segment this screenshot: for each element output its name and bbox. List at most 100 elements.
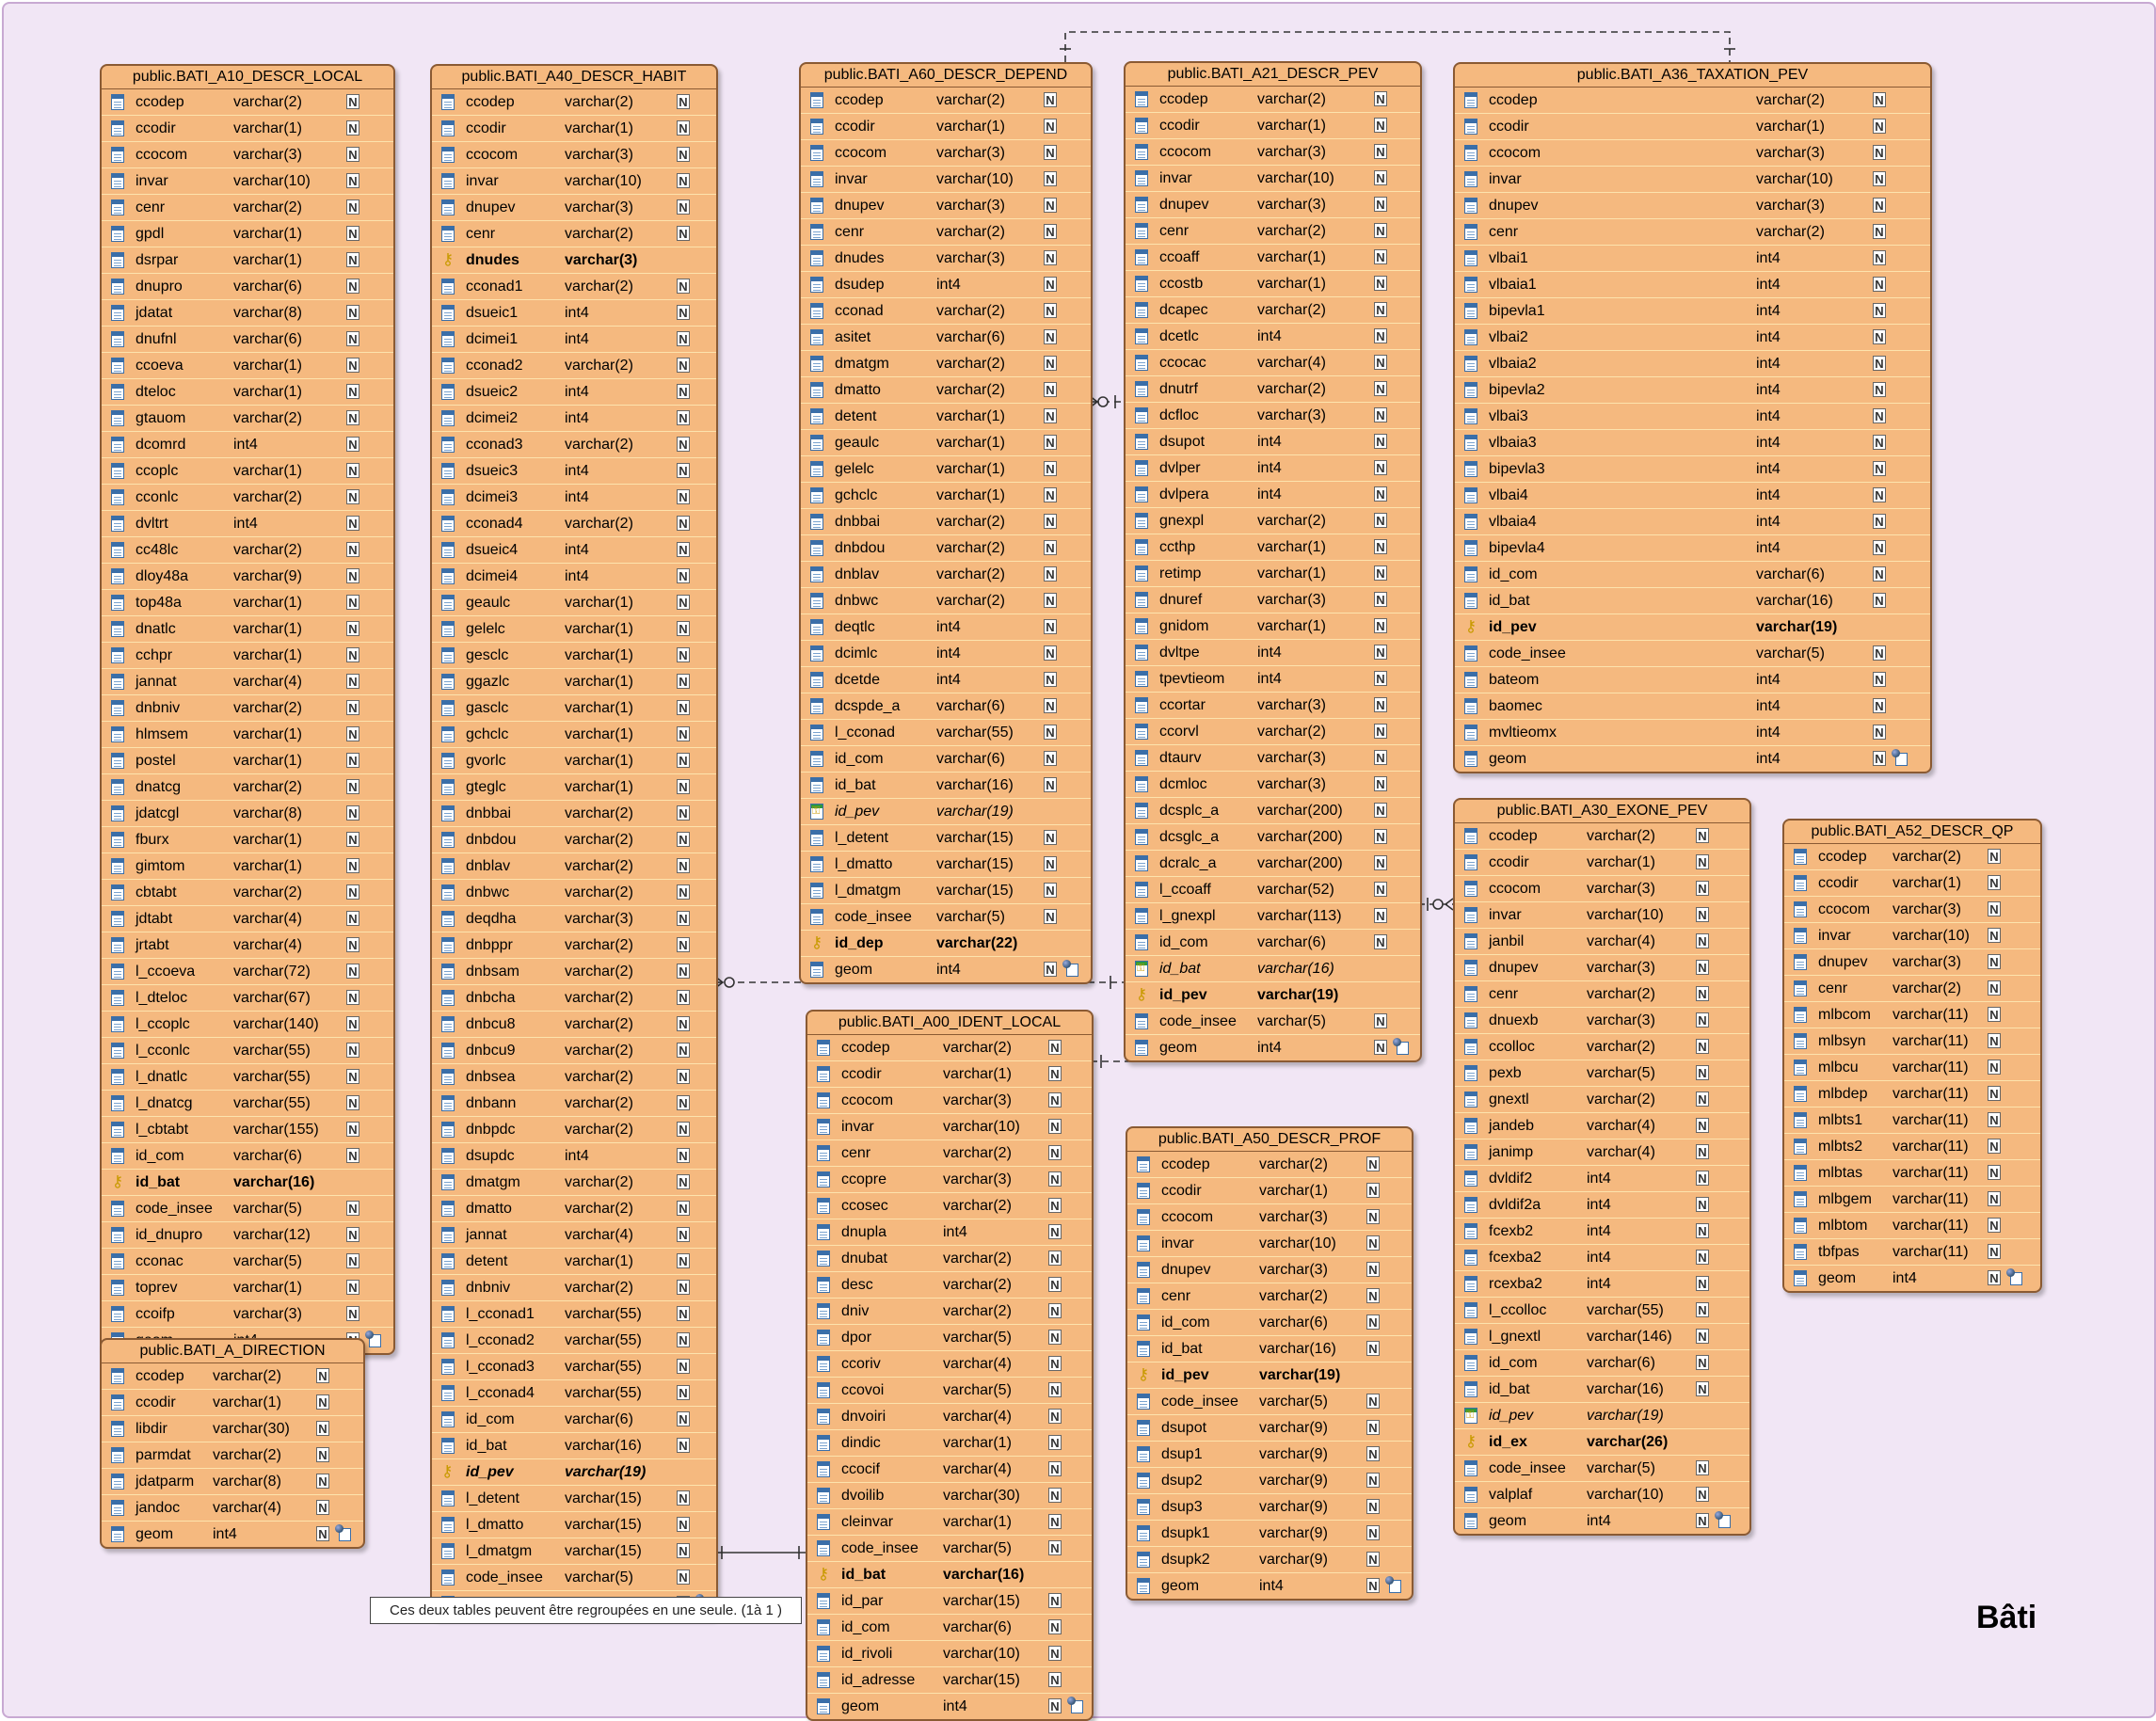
table-a00[interactable]: public.BATI_A00_IDENT_LOCAL ccodep varchar… xyxy=(806,1010,1094,1721)
column-row[interactable]: invar varchar(10) N xyxy=(1784,923,2040,949)
column-row[interactable]: dnupev varchar(3) N xyxy=(801,193,1091,219)
column-row[interactable]: dsueic4 int4 N xyxy=(432,537,716,564)
column-row[interactable]: cconlc varchar(2) N xyxy=(102,485,393,511)
column-row[interactable]: mlbcu varchar(11) N xyxy=(1784,1055,2040,1081)
column-row[interactable]: hlmsem varchar(1) N xyxy=(102,722,393,748)
column-row[interactable]: ccodir varchar(1) N xyxy=(1455,850,1749,876)
column-row[interactable]: ccoifp varchar(3) N xyxy=(102,1301,393,1328)
column-row[interactable]: gnidom varchar(1) N xyxy=(1126,614,1420,640)
column-row[interactable]: ccodep varchar(2) N xyxy=(102,1363,363,1390)
column-row[interactable]: ccocac varchar(4) N xyxy=(1126,350,1420,376)
column-row[interactable]: parmdat varchar(2) N xyxy=(102,1442,363,1469)
column-row[interactable]: ccortar varchar(3) N xyxy=(1126,693,1420,719)
column-row[interactable]: bipevla1 int4 N xyxy=(1455,298,1930,325)
column-row[interactable]: l_cconad2 varchar(55) N xyxy=(432,1328,716,1354)
column-row[interactable]: l_cconad3 varchar(55) N xyxy=(432,1354,716,1380)
column-row[interactable]: dsup2 varchar(9) N xyxy=(1127,1468,1412,1494)
column-row[interactable]: ccocom varchar(3) N xyxy=(1784,897,2040,923)
column-row[interactable]: gelelc varchar(1) N xyxy=(801,456,1091,483)
column-row[interactable]: pexb varchar(5) N xyxy=(1455,1060,1749,1087)
column-row[interactable]: dcmloc varchar(3) N xyxy=(1126,772,1420,798)
column-row[interactable]: dnbppr varchar(2) N xyxy=(432,932,716,959)
column-row[interactable]: dsueic2 int4 N xyxy=(432,379,716,406)
column-row[interactable]: code_insee varchar(5) N xyxy=(432,1565,716,1591)
column-row[interactable]: gnexpl varchar(2) N xyxy=(1126,508,1420,534)
table-title[interactable]: public.BATI_A52_DESCR_QP xyxy=(1784,821,2040,844)
column-row[interactable]: id_bat varchar(16) xyxy=(1126,956,1420,982)
table-title[interactable]: public.BATI_A10_DESCR_LOCAL xyxy=(102,66,393,89)
column-row[interactable]: l_dmatto varchar(15) N xyxy=(432,1512,716,1538)
column-row[interactable]: ccocom varchar(3) N xyxy=(1126,139,1420,166)
column-row[interactable]: dnupev varchar(3) N xyxy=(432,195,716,221)
column-row[interactable]: janbil varchar(4) N xyxy=(1455,929,1749,955)
column-row[interactable]: dvlpera int4 N xyxy=(1126,482,1420,508)
column-row[interactable]: ccodir varchar(1) N xyxy=(102,116,393,142)
column-row[interactable]: dnbniv varchar(2) N xyxy=(432,1275,716,1301)
table-a36[interactable]: public.BATI_A36_TAXATION_PEV ccodep varcha… xyxy=(1453,62,1932,773)
column-row[interactable]: vlbaia2 int4 N xyxy=(1455,351,1930,377)
column-row[interactable]: jrtabt varchar(4) N xyxy=(102,932,393,959)
column-row[interactable]: ccodir varchar(1) N xyxy=(807,1061,1092,1088)
column-row[interactable]: id_com varchar(6) N xyxy=(102,1143,393,1170)
column-row[interactable]: cbtabt varchar(2) N xyxy=(102,880,393,906)
column-row[interactable]: ⚷ id_bat varchar(16) xyxy=(807,1562,1092,1588)
column-row[interactable]: mvltieomx int4 N xyxy=(1455,720,1930,746)
column-row[interactable]: jandoc varchar(4) N xyxy=(102,1495,363,1522)
column-row[interactable]: l_cbtabt varchar(155) N xyxy=(102,1117,393,1143)
column-row[interactable]: invar varchar(10) N xyxy=(102,168,393,195)
column-row[interactable]: dsup3 varchar(9) N xyxy=(1127,1494,1412,1521)
column-row[interactable]: detent varchar(1) N xyxy=(432,1249,716,1275)
column-row[interactable]: id_pev varchar(19) xyxy=(1455,1403,1749,1429)
column-row[interactable]: dniv varchar(2) N xyxy=(807,1299,1092,1325)
column-row[interactable]: ccocom varchar(3) N xyxy=(807,1088,1092,1114)
column-row[interactable]: cleinvar varchar(1) N xyxy=(807,1509,1092,1536)
column-row[interactable]: fcexb2 int4 N xyxy=(1455,1219,1749,1245)
column-row[interactable]: dcimei3 int4 N xyxy=(432,485,716,511)
column-row[interactable]: invar varchar(10) N xyxy=(1455,902,1749,929)
column-row[interactable]: jandeb varchar(4) N xyxy=(1455,1113,1749,1139)
column-row[interactable]: ⚷ id_pev varchar(19) xyxy=(1126,982,1420,1009)
column-row[interactable]: invar varchar(10) N xyxy=(801,167,1091,193)
column-row[interactable]: ccocom varchar(3) N xyxy=(1127,1204,1412,1231)
column-row[interactable]: ccthp varchar(1) N xyxy=(1126,534,1420,561)
column-row[interactable]: vlbaia1 int4 N xyxy=(1455,272,1930,298)
column-row[interactable]: cenr varchar(2) N xyxy=(1126,218,1420,245)
column-row[interactable]: dnbwc varchar(2) N xyxy=(432,880,716,906)
column-row[interactable]: tbfpas varchar(11) N xyxy=(1784,1239,2040,1266)
column-row[interactable]: gchclc varchar(1) N xyxy=(801,483,1091,509)
column-row[interactable]: gvorlc varchar(1) N xyxy=(432,748,716,774)
column-row[interactable]: dnupro varchar(6) N xyxy=(102,274,393,300)
column-row[interactable]: dsupdc int4 N xyxy=(432,1143,716,1170)
column-row[interactable]: ccocom varchar(3) N xyxy=(432,142,716,168)
column-row[interactable]: dsupk2 varchar(9) N xyxy=(1127,1547,1412,1573)
column-row[interactable]: code_insee varchar(5) N xyxy=(1127,1389,1412,1415)
column-row[interactable]: id_adresse varchar(15) N xyxy=(807,1667,1092,1694)
column-row[interactable]: ccodep varchar(2) N xyxy=(801,88,1091,114)
column-row[interactable]: gesclc varchar(1) N xyxy=(432,643,716,669)
column-row[interactable]: vlbai4 int4 N xyxy=(1455,483,1930,509)
column-row[interactable]: fburx varchar(1) N xyxy=(102,827,393,853)
column-row[interactable]: ccocom varchar(3) N xyxy=(801,140,1091,167)
column-row[interactable]: invar varchar(10) N xyxy=(432,168,716,195)
column-row[interactable]: retimp varchar(1) N xyxy=(1126,561,1420,587)
column-row[interactable]: vlbai1 int4 N xyxy=(1455,246,1930,272)
column-row[interactable]: vlbai3 int4 N xyxy=(1455,404,1930,430)
column-row[interactable]: ccoaff varchar(1) N xyxy=(1126,245,1420,271)
column-row[interactable]: dnbcu8 varchar(2) N xyxy=(432,1012,716,1038)
column-row[interactable]: dnbbai varchar(2) N xyxy=(801,509,1091,535)
column-row[interactable]: vlbaia3 int4 N xyxy=(1455,430,1930,456)
column-row[interactable]: ccodir varchar(1) N xyxy=(801,114,1091,140)
column-row[interactable]: ⚷ id_dep varchar(22) xyxy=(801,931,1091,957)
column-row[interactable]: cenr varchar(2) N xyxy=(102,195,393,221)
column-row[interactable]: dvoilib varchar(30) N xyxy=(807,1483,1092,1509)
column-row[interactable]: id_bat varchar(16) N xyxy=(801,773,1091,799)
column-row[interactable]: l_detent varchar(15) N xyxy=(801,825,1091,852)
column-row[interactable]: dnufnl varchar(6) N xyxy=(102,327,393,353)
column-row[interactable]: dcimei1 int4 N xyxy=(432,327,716,353)
column-row[interactable]: ccocom varchar(3) N xyxy=(1455,876,1749,902)
column-row[interactable]: detent varchar(1) N xyxy=(801,404,1091,430)
column-row[interactable]: id_bat varchar(16) N xyxy=(1127,1336,1412,1362)
column-row[interactable]: dnuref varchar(3) N xyxy=(1126,587,1420,614)
column-row[interactable]: id_rivoli varchar(10) N xyxy=(807,1641,1092,1667)
column-row[interactable]: gimtom varchar(1) N xyxy=(102,853,393,880)
